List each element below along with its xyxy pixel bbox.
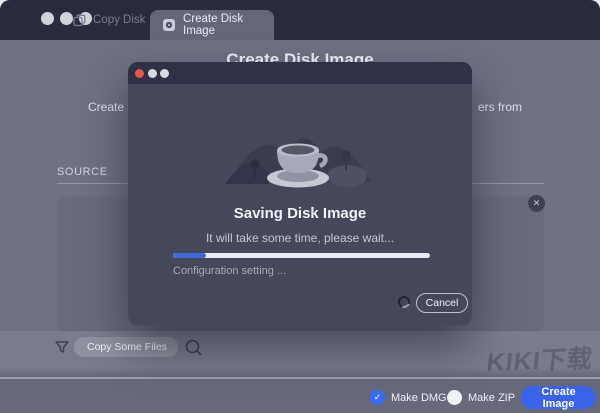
make-zip-label: Make ZIP bbox=[468, 392, 516, 404]
traffic-light-minimize[interactable] bbox=[60, 12, 73, 25]
source-section-label: SOURCE bbox=[57, 166, 108, 178]
progress-bar-fill bbox=[173, 253, 207, 258]
make-zip-checkbox[interactable] bbox=[447, 390, 462, 405]
tab-create-disk-image[interactable]: Create Disk Image bbox=[150, 10, 274, 40]
app-window: Create Disk Image Create a d ers from SO… bbox=[0, 0, 600, 413]
watermark: KIKI下载 bbox=[485, 345, 595, 377]
dialog-subtitle: It will take some time, please wait... bbox=[205, 231, 395, 245]
coffee-cup-illustration bbox=[225, 138, 371, 188]
traffic-light-close[interactable] bbox=[41, 12, 54, 25]
window-titlebar: Copy Disk Create Disk Image bbox=[0, 0, 600, 40]
dialog-zoom-light[interactable] bbox=[160, 69, 169, 78]
panel-close-button[interactable]: ✕ bbox=[528, 195, 545, 212]
check-icon: ✓ bbox=[373, 392, 382, 402]
tab-copy-disk-label: Copy Disk bbox=[93, 14, 146, 26]
dialog-title: Saving Disk Image bbox=[233, 205, 367, 222]
dialog-close-light[interactable] bbox=[135, 69, 144, 78]
page-subtitle-right-fragment: ers from bbox=[478, 100, 523, 114]
chevron-down-icon bbox=[167, 346, 170, 348]
search-icon[interactable] bbox=[184, 338, 203, 362]
progress-status-text: Configuration setting ... bbox=[173, 265, 287, 277]
copy-mode-dropdown[interactable]: Copy Some Files bbox=[74, 337, 178, 357]
make-dmg-checkbox[interactable]: ✓ bbox=[370, 390, 385, 405]
saving-dialog: Saving Disk Image It will take some time… bbox=[128, 62, 472, 325]
progress-bar bbox=[173, 253, 430, 258]
screenshot-stage: Create Disk Image Create a d ers from SO… bbox=[0, 0, 600, 413]
tab-copy-disk[interactable]: Copy Disk bbox=[73, 0, 145, 40]
dialog-minimize-light[interactable] bbox=[148, 69, 157, 78]
copy-disk-icon bbox=[73, 14, 86, 26]
dialog-titlebar bbox=[128, 62, 472, 84]
make-dmg-label: Make DMG bbox=[391, 392, 447, 404]
cancel-button[interactable]: Cancel bbox=[416, 293, 468, 313]
bottom-action-bar: ✓ Make DMG Make ZIP Create Image bbox=[0, 377, 600, 413]
filter-icon[interactable] bbox=[54, 339, 70, 360]
close-icon: ✕ bbox=[532, 198, 541, 208]
disk-image-icon bbox=[163, 19, 175, 31]
dropdown-value: Copy Some Files bbox=[87, 341, 167, 353]
tab-create-disk-image-label: Create Disk Image bbox=[183, 13, 244, 37]
create-image-button[interactable]: Create Image bbox=[521, 386, 596, 410]
loading-spinner bbox=[396, 294, 412, 310]
